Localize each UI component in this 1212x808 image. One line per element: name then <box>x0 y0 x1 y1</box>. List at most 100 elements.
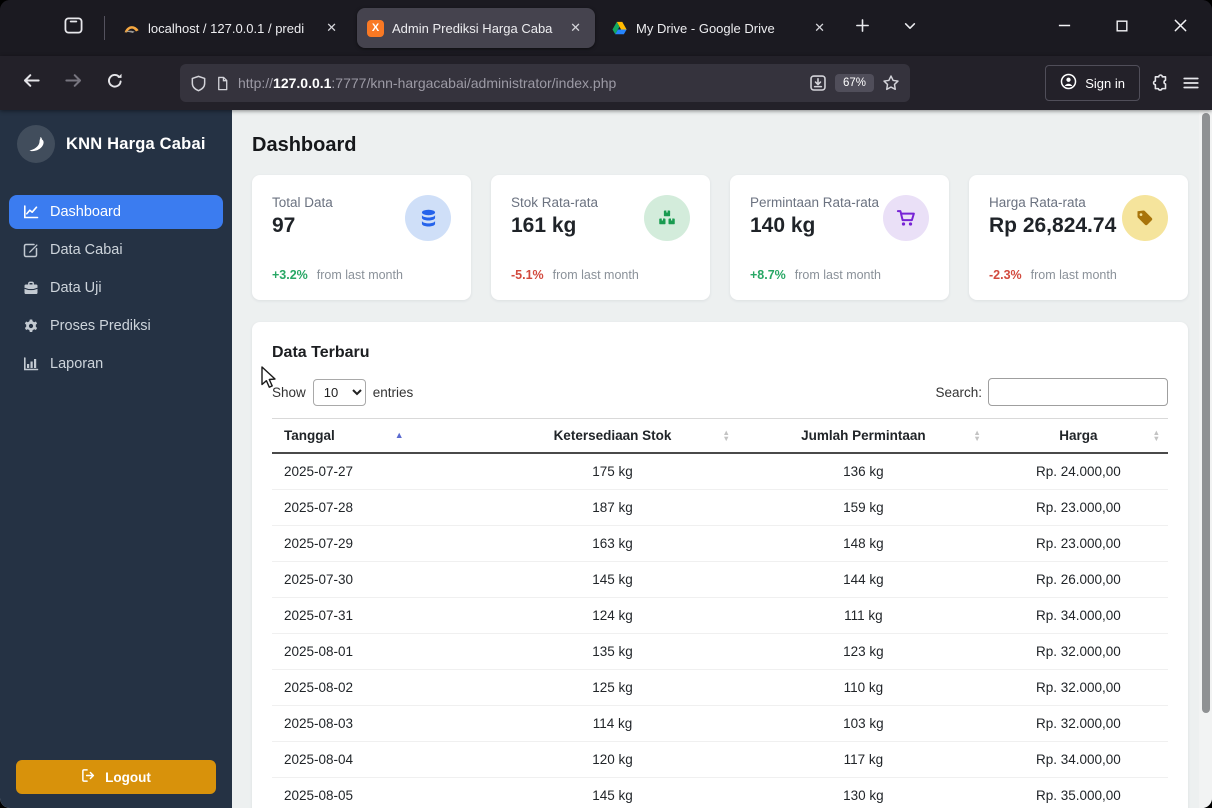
cart-icon <box>883 195 929 241</box>
stat-change: -5.1% <box>511 268 544 282</box>
table-row[interactable]: 2025-08-01 135 kg 123 kg Rp. 32.000,00 <box>272 633 1168 670</box>
menu-icon[interactable] <box>1182 74 1200 92</box>
tags-icon <box>1122 195 1168 241</box>
shield-icon[interactable] <box>190 75 207 92</box>
column-header-jumlah-permintaan[interactable]: Jumlah Permintaan ▲ ▼ <box>737 418 989 454</box>
sort-icon: ▲ ▼ <box>973 427 981 443</box>
stat-label: Total Data <box>272 195 333 210</box>
cell-jumlah-permintaan: 117 kg <box>737 741 989 778</box>
sort-icon: ▲ ▼ <box>722 427 730 443</box>
cell-jumlah-permintaan: 144 kg <box>737 561 989 598</box>
cell-harga: Rp. 32.000,00 <box>988 633 1168 670</box>
brand-name: KNN Harga Cabai <box>66 134 206 153</box>
tab-close-icon[interactable]: ✕ <box>566 18 585 38</box>
column-header-harga[interactable]: Harga ▲ ▼ <box>988 418 1168 454</box>
cell-tanggal: 2025-08-01 <box>272 633 488 670</box>
table-title: Data Terbaru <box>272 344 370 361</box>
extensions-icon[interactable] <box>1152 74 1170 92</box>
search-label: Search: <box>935 384 982 400</box>
page-icon[interactable] <box>215 76 230 91</box>
stat-card-stok: Stok Rata-rata 161 kg -5.1% from last mo… <box>491 175 710 300</box>
sidebar-item-label: Proses Prediksi <box>50 318 151 334</box>
star-icon[interactable] <box>882 74 900 92</box>
page-size-select[interactable]: 10 <box>312 378 366 406</box>
tab-google-drive[interactable]: My Drive - Google Drive ✕ <box>601 8 839 48</box>
chevron-down-icon <box>903 18 917 38</box>
search-input[interactable] <box>988 378 1168 406</box>
main-content: Dashboard Total Data 97 +3.2% from last … <box>232 110 1212 808</box>
table-row[interactable]: 2025-07-30 145 kg 144 kg Rp. 26.000,00 <box>272 561 1168 598</box>
sidebar: KNN Harga Cabai Dashboard Data Cabai Dat… <box>0 110 232 808</box>
tab-bar: localhost / 127.0.0.1 / predi ✕ X Admin … <box>0 0 1212 56</box>
table-row[interactable]: 2025-08-05 145 kg 130 kg Rp. 35.000,00 <box>272 777 1168 808</box>
tab-close-icon[interactable]: ✕ <box>810 18 829 38</box>
column-header-ketersediaan-stok[interactable]: Ketersediaan Stok ▲ ▼ <box>487 418 738 454</box>
account-icon <box>1060 73 1077 93</box>
column-header-tanggal[interactable]: Tanggal ▲ <box>272 418 488 454</box>
back-icon <box>22 71 41 95</box>
cell-ketersediaan-stok: 114 kg <box>487 705 738 742</box>
close-icon <box>1173 18 1188 38</box>
cell-ketersediaan-stok: 145 kg <box>487 777 738 808</box>
cell-harga: Rp. 26.000,00 <box>988 561 1168 598</box>
sidebar-item-label: Data Cabai <box>50 242 123 258</box>
search-control: Search: <box>935 378 1168 406</box>
stat-value: 97 <box>272 214 296 237</box>
cell-ketersediaan-stok: 163 kg <box>487 525 738 562</box>
entries-label: entries <box>372 384 414 400</box>
cell-tanggal: 2025-08-05 <box>272 777 488 808</box>
brand: KNN Harga Cabai <box>0 110 232 177</box>
tab-phpmyadmin[interactable]: localhost / 127.0.0.1 / predi ✕ <box>113 8 351 48</box>
forward-button[interactable] <box>54 65 92 101</box>
minimize-button[interactable] <box>1042 10 1086 46</box>
zoom-level-badge[interactable]: 67% <box>834 74 874 92</box>
table-row[interactable]: 2025-07-29 163 kg 148 kg Rp. 23.000,00 <box>272 525 1168 562</box>
phpmyadmin-icon <box>123 20 140 37</box>
tab-title: localhost / 127.0.0.1 / predi <box>148 20 305 36</box>
cell-tanggal: 2025-07-29 <box>272 525 488 562</box>
latest-data-panel: Data Terbaru Show 10 entries Search: Tan… <box>252 322 1188 808</box>
table-row[interactable]: 2025-08-02 125 kg 110 kg Rp. 32.000,00 <box>272 669 1168 706</box>
stat-card-permintaan: Permintaan Rata-rata 140 kg +8.7% from l… <box>730 175 949 300</box>
sign-in-button[interactable]: Sign in <box>1045 65 1140 101</box>
stat-value: Rp 26,824.74 <box>989 214 1117 237</box>
list-all-tabs-button[interactable] <box>893 11 927 45</box>
sidebar-item-data-cabai[interactable]: Data Cabai <box>9 233 223 267</box>
table-body: 2025-07-27 175 kg 136 kg Rp. 24.000,00 2… <box>272 453 1168 808</box>
sidebar-item-proses-prediksi[interactable]: Proses Prediksi <box>9 309 223 343</box>
page-viewport: KNN Harga Cabai Dashboard Data Cabai Dat… <box>0 110 1212 808</box>
show-label: Show <box>272 384 306 400</box>
stat-change: -2.3% <box>989 268 1022 282</box>
stat-card-harga: Harga Rata-rata Rp 26,824.74 -2.3% from … <box>969 175 1188 300</box>
sidebar-item-dashboard[interactable]: Dashboard <box>9 195 223 229</box>
logout-button[interactable]: Logout <box>16 760 216 794</box>
sort-ascending-icon: ▲ <box>394 430 404 440</box>
page-title: Dashboard <box>252 134 357 156</box>
scrollbar-thumb[interactable] <box>1201 113 1210 713</box>
google-drive-icon <box>611 20 628 37</box>
cell-tanggal: 2025-08-03 <box>272 705 488 742</box>
page-scrollbar[interactable] <box>1199 110 1212 808</box>
table-row[interactable]: 2025-08-04 120 kg 117 kg Rp. 34.000,00 <box>272 741 1168 778</box>
url-bar[interactable]: http://127.0.0.1:7777/knn-hargacabai/adm… <box>180 64 910 102</box>
new-tab-button[interactable] <box>845 11 879 45</box>
reload-button[interactable] <box>96 65 134 101</box>
download-icon[interactable] <box>809 74 827 92</box>
tab-admin-prediksi[interactable]: X Admin Prediksi Harga Caba ✕ <box>357 8 595 48</box>
sidebar-item-laporan[interactable]: Laporan <box>9 347 223 381</box>
table-row[interactable]: 2025-08-03 114 kg 103 kg Rp. 32.000,00 <box>272 705 1168 742</box>
cell-jumlah-permintaan: 148 kg <box>737 525 989 562</box>
table-row[interactable]: 2025-07-28 187 kg 159 kg Rp. 23.000,00 <box>272 489 1168 526</box>
firefox-view-button[interactable] <box>50 10 96 46</box>
close-window-button[interactable] <box>1158 10 1202 46</box>
tab-close-icon[interactable]: ✕ <box>322 18 341 38</box>
cell-jumlah-permintaan: 103 kg <box>737 705 989 742</box>
table-row[interactable]: 2025-07-31 124 kg 111 kg Rp. 34.000,00 <box>272 597 1168 634</box>
table-row[interactable]: 2025-07-27 175 kg 136 kg Rp. 24.000,00 <box>272 453 1168 490</box>
maximize-icon <box>1115 19 1129 38</box>
url-text: http://127.0.0.1:7777/knn-hargacabai/adm… <box>238 75 617 91</box>
maximize-button[interactable] <box>1100 10 1144 46</box>
sidebar-item-data-uji[interactable]: Data Uji <box>9 271 223 305</box>
boxes-icon <box>644 195 690 241</box>
back-button[interactable] <box>12 65 50 101</box>
